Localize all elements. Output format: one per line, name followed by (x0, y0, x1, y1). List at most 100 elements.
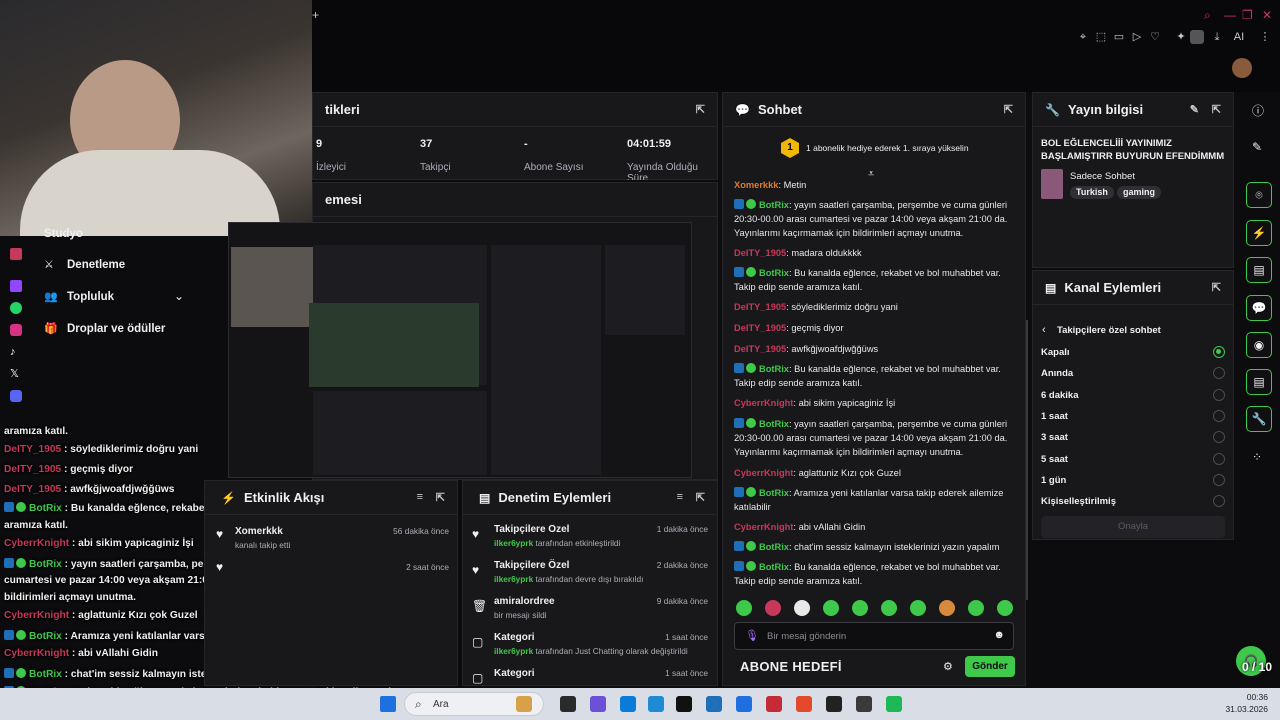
download-icon[interactable]: ⤓ (1210, 30, 1224, 44)
chat-username[interactable]: CyberrKnight (734, 468, 793, 478)
obs-icon[interactable] (826, 696, 842, 712)
windows-start-icon[interactable] (380, 696, 396, 712)
emote-button[interactable] (997, 600, 1013, 616)
radio-button[interactable] (1213, 473, 1225, 486)
user-avatar[interactable] (1232, 58, 1252, 78)
radio-button[interactable] (1213, 409, 1225, 422)
emote-button[interactable] (794, 600, 810, 616)
pinned-message[interactable]: 1 abonelik hediye ederek 1. sıraya yükse… (806, 143, 969, 153)
radio-option[interactable]: Kapalı (1041, 346, 1225, 358)
menu-icon[interactable]: ⋮ (1258, 30, 1272, 44)
broadcast-button[interactable]: ◉ (1246, 332, 1272, 358)
moderation-user[interactable]: ilker6yprk (494, 538, 536, 548)
info-icon[interactable]: ⓘ (1252, 102, 1264, 119)
radio-option[interactable]: 1 gün (1041, 473, 1225, 486)
send-button[interactable]: Gönder (965, 656, 1015, 677)
chat-username[interactable]: BotRix (759, 488, 789, 498)
filter-icon[interactable]: ≡ (417, 491, 423, 503)
instagram-icon[interactable] (10, 324, 22, 336)
maximize-icon[interactable]: ❐ (1242, 8, 1253, 22)
mic-icon[interactable]: 🎙 (745, 629, 759, 642)
heart-icon[interactable]: ♡ (1148, 30, 1162, 44)
chat-input[interactable]: 🎙 Bir mesaj gönderin ☻ (734, 622, 1014, 650)
radio-option[interactable]: Anında (1041, 367, 1225, 380)
spotify-icon[interactable] (886, 696, 902, 712)
edge-icon[interactable] (620, 696, 636, 712)
radio-option[interactable]: 6 dakika (1041, 388, 1225, 401)
tiktok-icon[interactable]: ♪ (10, 346, 22, 358)
widget-icon[interactable] (516, 696, 532, 712)
back-icon[interactable]: ‹ (1042, 324, 1046, 336)
firefox-icon[interactable] (796, 696, 812, 712)
chat-username[interactable]: BotRix (759, 200, 789, 210)
popout-icon[interactable]: ⇱ (1212, 103, 1221, 116)
popout-icon[interactable]: ⇱ (696, 103, 705, 116)
emote-button[interactable] (823, 600, 839, 616)
chat-username[interactable]: DeITY_1905 (734, 323, 786, 333)
tag-gaming[interactable]: gaming (1117, 186, 1162, 199)
nav-topluluk[interactable]: Topluluk (67, 291, 114, 303)
radio-button[interactable] (1213, 346, 1225, 358)
emoji-icon[interactable]: ☻ (993, 629, 1005, 641)
chat-username[interactable]: DeITY_1905 (734, 344, 786, 354)
twitch-icon[interactable] (10, 280, 22, 292)
popout-icon[interactable]: ⇱ (696, 491, 705, 504)
chrome-icon[interactable] (648, 696, 664, 712)
emote-button[interactable] (968, 600, 984, 616)
tab-icon[interactable]: ▭ (1112, 30, 1126, 44)
ai-icon[interactable]: AI (1228, 30, 1250, 44)
radio-option[interactable]: Kişiselleştirilmiş (1041, 495, 1225, 508)
chat-username[interactable]: CyberrKnight (734, 522, 793, 532)
camera-button[interactable]: ⌾ (1246, 182, 1272, 208)
chevron-down-icon[interactable]: ⌄ (174, 289, 184, 303)
emote-button[interactable] (939, 600, 955, 616)
discord-icon[interactable] (10, 390, 22, 402)
brave-icon[interactable] (766, 696, 782, 712)
server-button[interactable]: ▤ (1246, 369, 1272, 395)
profile-icon[interactable] (1190, 30, 1204, 44)
tools-button[interactable]: 🔧 (1246, 406, 1272, 432)
play-icon[interactable]: ▷ (1130, 30, 1144, 44)
radio-button[interactable] (1213, 388, 1225, 401)
close-icon[interactable]: ✕ (1262, 8, 1272, 22)
explorer-icon[interactable] (706, 696, 722, 712)
extension-icon[interactable]: ✦ (1174, 30, 1188, 44)
popout-icon[interactable]: ⇱ (1212, 281, 1221, 294)
radio-button[interactable] (1213, 495, 1225, 508)
popout-icon[interactable]: ⇱ (1004, 103, 1013, 116)
taskview-icon[interactable] (560, 696, 576, 712)
nav-denetleme[interactable]: Denetleme (67, 259, 125, 271)
emote-button[interactable] (765, 600, 781, 616)
emote-button[interactable] (736, 600, 752, 616)
pin-icon[interactable]: ⌖ (1076, 30, 1090, 44)
nav-droplar[interactable]: Droplar ve ödüller (67, 323, 165, 335)
radio-option[interactable]: 3 saat (1041, 431, 1225, 444)
app-icon[interactable] (856, 696, 872, 712)
terminal-icon[interactable] (676, 696, 692, 712)
chat-scrollbar[interactable] (1026, 320, 1028, 600)
confirm-button[interactable]: Onayla (1041, 516, 1225, 538)
minimize-icon[interactable]: — (1224, 8, 1236, 22)
lightning-button[interactable]: ⚡ (1246, 220, 1272, 246)
moderation-user[interactable]: ilker6yprk (494, 574, 536, 584)
search-icon[interactable]: ⌕ (1204, 8, 1211, 23)
radio-button[interactable] (1213, 431, 1225, 444)
radio-option[interactable]: 5 saat (1041, 452, 1225, 465)
chat-username[interactable]: DeITY_1905 (734, 302, 786, 312)
moderation-user[interactable]: ilker6yprk (494, 646, 536, 656)
chat-username[interactable]: DeITY_1905 (734, 248, 786, 258)
screenshot-icon[interactable]: ⬚ (1094, 30, 1108, 44)
chat-username[interactable]: CyberrKnight (734, 398, 793, 408)
chat-username[interactable]: BotRix (759, 419, 789, 429)
chat-username[interactable]: Xomerkkk (734, 180, 778, 190)
document-button[interactable]: ▤ (1246, 257, 1272, 283)
whatsapp-icon[interactable] (10, 302, 22, 314)
chat-button[interactable]: 💬 (1246, 295, 1272, 321)
emote-button[interactable] (881, 600, 897, 616)
copilot-icon[interactable] (590, 696, 606, 712)
settings-icon[interactable]: ⚙ (943, 660, 953, 673)
chat-username[interactable]: BotRix (759, 542, 789, 552)
popout-icon[interactable]: ⇱ (436, 491, 445, 504)
nav-studyo[interactable]: Studyo (44, 228, 83, 240)
radio-button[interactable] (1213, 367, 1225, 380)
